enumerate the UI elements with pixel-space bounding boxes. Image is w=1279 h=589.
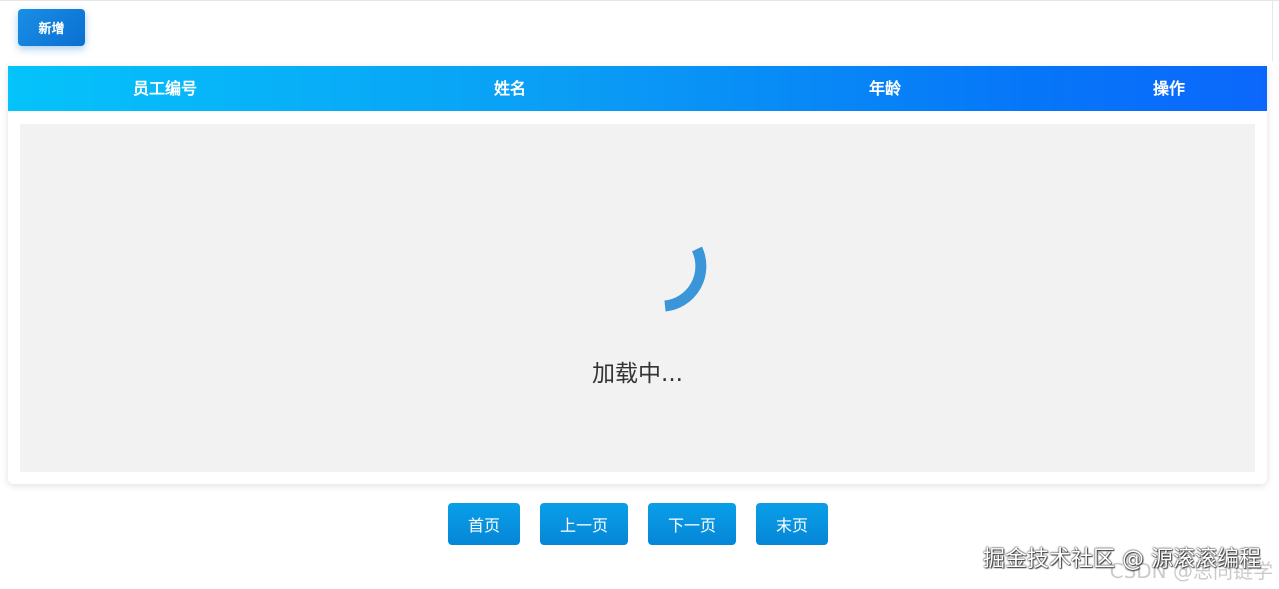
prev-page-button[interactable]: 上一页 — [540, 503, 628, 545]
loading-spinner-icon — [664, 246, 707, 312]
watermark-juejin: 掘金技术社区 @ 源滚滚编程 — [983, 547, 1261, 572]
add-button[interactable]: 新增 — [18, 9, 85, 46]
loading-overlay: 加载中... — [20, 124, 1255, 472]
first-page-button[interactable]: 首页 — [448, 503, 520, 545]
page: 新增 员工编号 姓名 年龄 操作 加载中... 首页 上一页 下一页 末页 CS… — [0, 0, 1279, 589]
column-header-age: 年龄 — [868, 79, 902, 98]
scrollbar-edge — [1272, 1, 1273, 61]
loading-text: 加载中... — [592, 361, 683, 387]
employee-table: 员工编号 姓名 年龄 操作 加载中... — [8, 66, 1267, 484]
last-page-button[interactable]: 末页 — [756, 503, 828, 545]
next-page-button[interactable]: 下一页 — [648, 503, 736, 545]
column-header-name: 姓名 — [493, 79, 527, 98]
column-header-action: 操作 — [1152, 79, 1186, 98]
table-header: 员工编号 姓名 年龄 操作 — [8, 66, 1267, 111]
column-header-employee-id: 员工编号 — [132, 79, 198, 98]
